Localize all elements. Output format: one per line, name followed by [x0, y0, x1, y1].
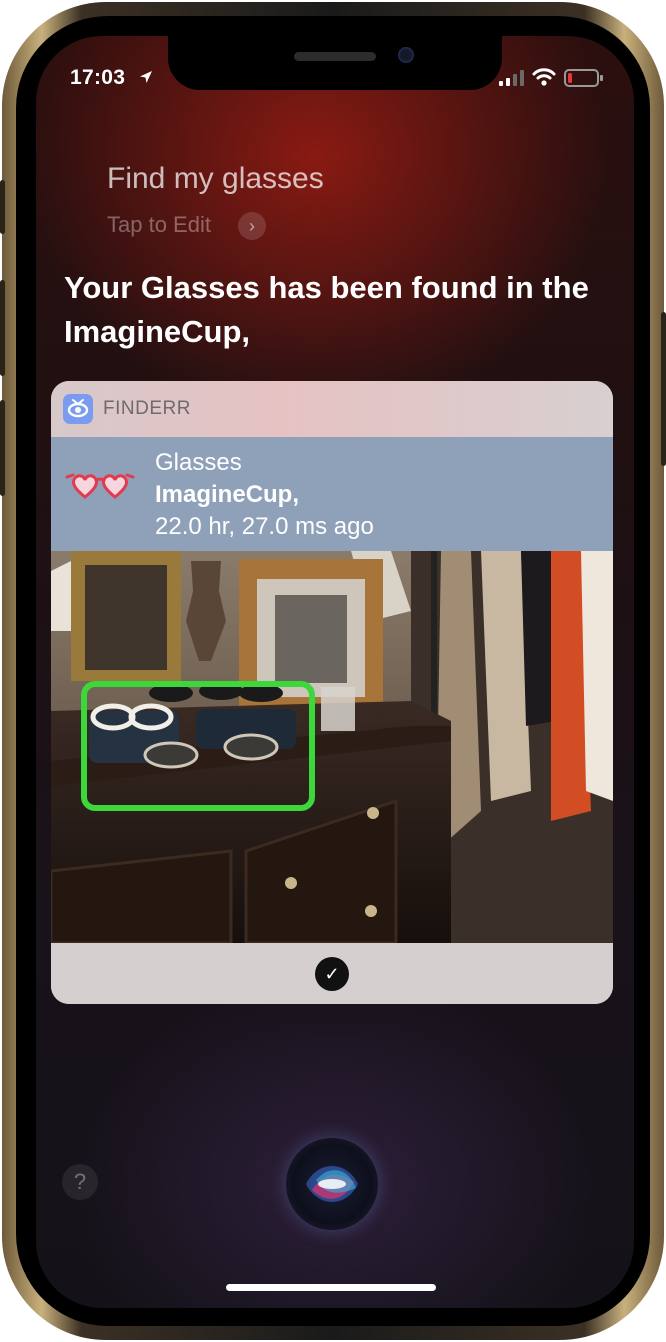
status-time: 17:03: [70, 66, 126, 89]
volume-down-button: [0, 400, 5, 496]
finderr-result-card[interactable]: FINDERR Glasses ImagineCup, 22.0 hr, 27.…: [51, 381, 613, 1004]
wifi-icon: [532, 68, 556, 86]
notch: [168, 36, 502, 90]
volume-up-button: [0, 280, 5, 376]
siri-response-text: Your Glasses has been found in the Imagi…: [64, 270, 589, 349]
earpiece-speaker: [294, 52, 376, 61]
power-button: [661, 312, 666, 466]
front-camera: [398, 47, 414, 63]
item-last-seen: 22.0 hr, 27.0 ms ago: [155, 513, 374, 540]
glasses-icon: [65, 473, 135, 499]
siri-waveform-icon: [306, 1166, 358, 1202]
chevron-right-icon[interactable]: ›: [238, 212, 266, 240]
tap-to-edit-link[interactable]: Tap to Edit: [107, 212, 211, 238]
screen: 17:03 Find my glasses Tap to Edit › Your…: [36, 36, 634, 1308]
item-name: Glasses: [155, 449, 242, 476]
battery-low-icon: [564, 69, 603, 87]
card-footer: ✓: [51, 943, 613, 1004]
detection-bounding-box: [81, 681, 315, 811]
siri-query-text[interactable]: Find my glasses: [107, 162, 324, 196]
checkmark-icon[interactable]: ✓: [315, 957, 349, 991]
detection-photo: [51, 551, 613, 943]
found-item-row[interactable]: Glasses ImagineCup, 22.0 hr, 27.0 ms ago: [51, 437, 613, 551]
help-button[interactable]: ?: [62, 1164, 98, 1200]
home-indicator[interactable]: [226, 1284, 436, 1291]
app-name: FINDERR: [103, 398, 191, 419]
card-header: FINDERR: [51, 381, 613, 437]
phone-frame: 17:03 Find my glasses Tap to Edit › Your…: [0, 2, 666, 1340]
cellular-signal-icon: [499, 70, 524, 86]
item-location: ImagineCup,: [155, 481, 300, 508]
siri-orb-button[interactable]: [286, 1138, 378, 1230]
location-arrow-icon: [140, 71, 152, 83]
mute-switch: [0, 180, 5, 234]
finderr-app-icon: [63, 394, 93, 424]
